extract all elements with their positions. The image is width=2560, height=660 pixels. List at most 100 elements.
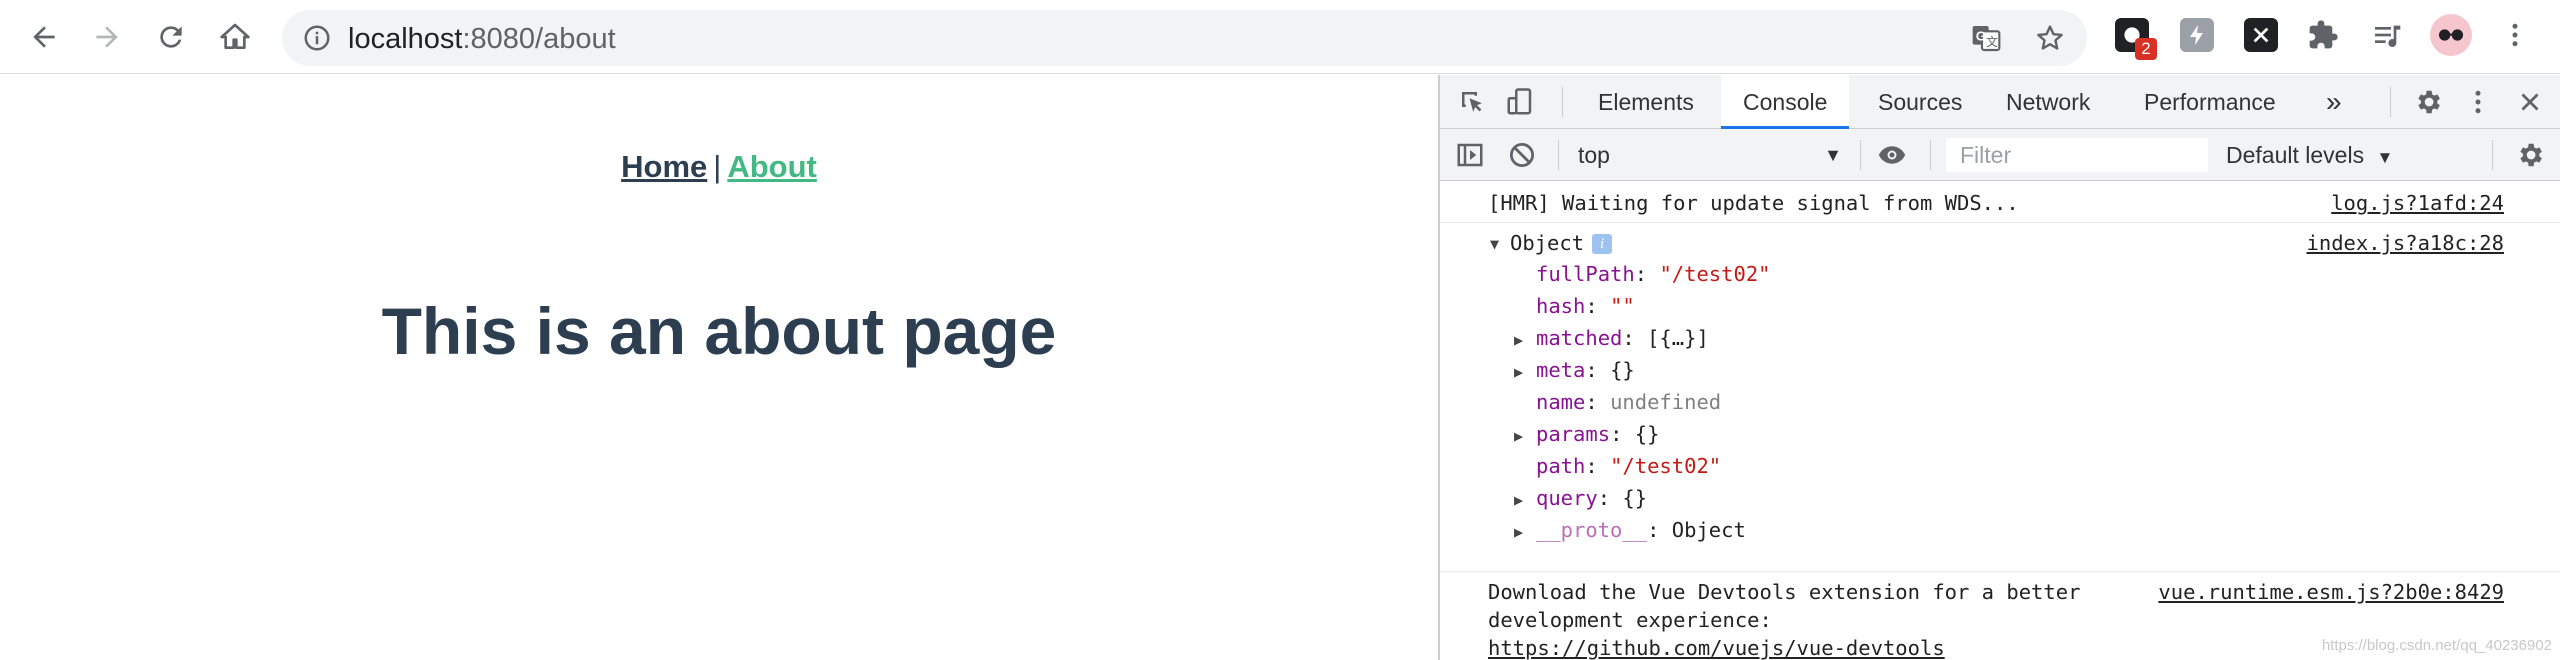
console-toolbar: top ▼ Default levels ▼ — [1440, 129, 2560, 181]
clear-console-button[interactable] — [1506, 139, 1538, 171]
object-property[interactable]: params: {} — [1536, 421, 1659, 447]
console-message: [HMR] Waiting for update signal from WDS… — [1440, 182, 2560, 222]
object-property[interactable]: __proto__: Object — [1536, 517, 1746, 543]
show-sidebar-button[interactable] — [1454, 139, 1486, 171]
media-queue-button[interactable] — [2370, 18, 2404, 52]
forward-button[interactable] — [80, 10, 134, 64]
extension-x-button[interactable] — [2244, 18, 2278, 52]
browser-menu-button[interactable] — [2498, 18, 2532, 52]
tab-performance[interactable]: Performance — [2128, 75, 2292, 129]
app-nav: Home | About — [0, 149, 1438, 185]
tab-console[interactable]: Console — [1721, 75, 1850, 129]
watermark: https://blog.csdn.net/qq_40236902 — [2321, 637, 2552, 654]
extension-badge: 2 — [2135, 38, 2157, 60]
object-property: path: "/test02" — [1536, 454, 1722, 478]
property-value: "/test02" — [1659, 262, 1771, 286]
bookmark-star-icon[interactable] — [2034, 22, 2066, 54]
tab-network[interactable]: Network — [1990, 75, 2106, 129]
console-message-text: [HMR] Waiting for update signal from WDS… — [1488, 191, 2019, 215]
dropdown-triangle-icon: ▼ — [2376, 148, 2394, 167]
tab-elements[interactable]: Elements — [1582, 75, 1710, 129]
forward-arrow-icon — [96, 26, 118, 48]
context-selector[interactable]: top ▼ — [1578, 139, 1848, 171]
home-icon — [220, 23, 250, 49]
home-button[interactable] — [208, 10, 262, 64]
collapsed-triangle-icon[interactable]: ▶ — [1514, 427, 1523, 445]
nav-home-link[interactable]: Home — [621, 149, 707, 184]
inspect-element-button[interactable] — [1456, 86, 1488, 118]
console-source-link[interactable]: vue.runtime.esm.js?2b0e:8429 — [2158, 580, 2504, 604]
eye-icon — [1878, 146, 1906, 164]
object-property: fullPath: "/test02" — [1536, 262, 1771, 286]
device-icon — [1507, 88, 1532, 115]
object-label[interactable]: Object i — [1510, 231, 1613, 255]
toolbar-divider — [1860, 140, 1861, 170]
live-expression-button[interactable] — [1876, 139, 1908, 171]
site-info-icon[interactable] — [302, 23, 332, 53]
close-icon — [2521, 93, 2539, 111]
log-levels-label: Default levels — [2226, 142, 2365, 168]
console-message-text: development experience: — [1488, 608, 1772, 632]
back-arrow-icon — [33, 26, 55, 48]
devtools-panel: Elements Console Sources Network Perform… — [1438, 75, 2560, 660]
object-label-text: Object — [1510, 231, 1585, 255]
tab-sources[interactable]: Sources — [1862, 75, 1978, 129]
property-key: matched — [1536, 326, 1623, 350]
collapsed-triangle-icon[interactable]: ▶ — [1514, 331, 1523, 349]
property-key: fullPath — [1536, 262, 1635, 286]
log-levels-dropdown[interactable]: Default levels ▼ — [2226, 139, 2393, 174]
back-button[interactable] — [17, 10, 71, 64]
property-key: __proto__ — [1536, 518, 1648, 542]
inspect-cursor-icon — [1462, 92, 1482, 112]
sunglasses-avatar-icon — [2438, 29, 2464, 41]
info-icon[interactable]: i — [1592, 234, 1613, 254]
translate-icon[interactable]: G文 — [1970, 22, 2002, 54]
expanded-triangle-icon[interactable]: ▼ — [1490, 235, 1499, 253]
console-source-link[interactable]: index.js?a18c:28 — [2307, 231, 2504, 255]
tab-divider — [1562, 87, 1563, 117]
property-value: {} — [1622, 486, 1648, 510]
page-heading: This is an about page — [381, 294, 1057, 368]
extensions-button[interactable] — [2306, 18, 2340, 52]
property-key: name — [1536, 390, 1586, 414]
collapsed-triangle-icon[interactable]: ▶ — [1514, 491, 1523, 509]
profile-avatar[interactable] — [2430, 14, 2472, 56]
devtools-menu-button[interactable] — [2462, 86, 2494, 118]
gear-icon — [2418, 90, 2440, 114]
reload-button[interactable] — [144, 10, 198, 64]
device-toolbar-button[interactable] — [1504, 86, 1536, 118]
sidebar-toggle-icon — [1457, 143, 1483, 167]
devtools-tab-bar: Elements Console Sources Network Perform… — [1440, 75, 2560, 129]
property-key: meta — [1536, 358, 1586, 382]
address-bar[interactable]: localhost:8080/about G文 — [282, 10, 2087, 66]
kebab-menu-icon — [2512, 23, 2518, 47]
svg-text:G: G — [1976, 29, 1986, 44]
property-key: path — [1536, 454, 1586, 478]
puzzle-icon — [2309, 20, 2338, 49]
vue-devtools-link[interactable]: https://github.com/vuejs/vue-devtools — [1488, 636, 1945, 660]
extension-counter-button[interactable]: 2 — [2115, 18, 2157, 60]
devtools-settings-button[interactable] — [2412, 86, 2444, 118]
object-property[interactable]: query: {} — [1536, 485, 1647, 511]
toolbar-divider — [1930, 140, 1931, 170]
reload-icon — [160, 26, 182, 48]
object-property[interactable]: matched: [{…}] — [1536, 325, 1709, 351]
devtools-close-button[interactable] — [2514, 86, 2546, 118]
url-path: :8080/about — [462, 23, 616, 55]
collapsed-triangle-icon[interactable]: ▶ — [1514, 523, 1523, 541]
dropdown-triangle-icon: ▼ — [1824, 145, 1842, 165]
console-settings-button[interactable] — [2514, 139, 2546, 171]
object-property: name: undefined — [1536, 390, 1722, 414]
property-value: "/test02" — [1610, 454, 1722, 478]
url-text[interactable]: localhost:8080/about — [348, 23, 616, 55]
nav-about-link[interactable]: About — [727, 149, 817, 184]
extension-bolt-button[interactable] — [2180, 18, 2214, 52]
console-filter-input[interactable] — [1946, 138, 2208, 172]
console-source-link[interactable]: log.js?1afd:24 — [2331, 191, 2504, 215]
console-message-text: Download the Vue Devtools extension for … — [1488, 580, 2081, 604]
property-value: [{…}] — [1647, 326, 1709, 350]
page-viewport: Home | About This is an about page — [0, 75, 1438, 660]
more-tabs-button[interactable]: » — [2316, 75, 2352, 129]
collapsed-triangle-icon[interactable]: ▶ — [1514, 363, 1523, 381]
object-property[interactable]: meta: {} — [1536, 357, 1635, 383]
